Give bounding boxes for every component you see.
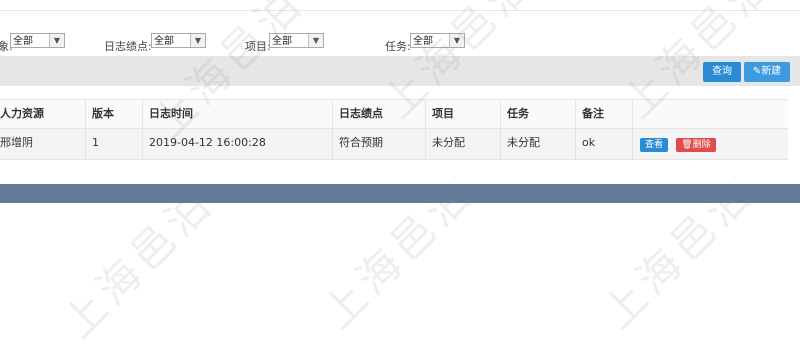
top-divider (0, 10, 800, 11)
col-header-hr: 人力资源 (0, 100, 86, 128)
cell-version: 1 (86, 129, 143, 159)
log-table: 人力资源 版本 日志时间 日志绩点 项目 任务 备注 邢增阴 1 2019-04… (0, 99, 788, 160)
cell-hr: 邢增阴 (0, 129, 86, 159)
filter-label-log-score: 日志绩点: (104, 40, 152, 53)
table-row: 邢增阴 1 2019-04-12 16:00:28 符合预期 未分配 未分配 o… (0, 129, 788, 160)
cell-remark: ok (576, 129, 633, 159)
chevron-down-icon: ▼ (190, 34, 205, 47)
col-header-actions (633, 100, 788, 128)
filter-select-task[interactable]: 全部 ▼ (410, 33, 465, 48)
query-button[interactable]: 查询 (703, 62, 741, 82)
footer-bar (0, 184, 800, 203)
col-header-log-score: 日志绩点 (333, 100, 426, 128)
cell-log-time: 2019-04-12 16:00:28 (143, 129, 333, 159)
chevron-down-icon: ▼ (449, 34, 464, 47)
table-header: 人力资源 版本 日志时间 日志绩点 项目 任务 备注 (0, 100, 788, 129)
col-header-task: 任务 (501, 100, 576, 128)
trash-icon: 🗑 (681, 140, 693, 150)
col-header-project: 项目 (426, 100, 501, 128)
col-header-version: 版本 (86, 100, 143, 128)
chevron-down-icon: ▼ (308, 34, 323, 47)
filter-label-project: 项目: (245, 40, 271, 53)
cell-actions: 查看 🗑删除 (633, 129, 788, 159)
filter-select-project[interactable]: 全部 ▼ (269, 33, 324, 48)
filter-select-0[interactable]: 全部 ▼ (10, 33, 65, 48)
filter-select-log-score[interactable]: 全部 ▼ (151, 33, 206, 48)
cell-project: 未分配 (426, 129, 501, 159)
col-header-log-time: 日志时间 (143, 100, 333, 128)
filter-label-task: 任务: (385, 40, 411, 53)
cell-log-score: 符合预期 (333, 129, 426, 159)
filter-bar: 象: 全部 ▼ 日志绩点: 全部 ▼ 项目: 全部 ▼ 任务: 全部 ▼ (0, 30, 800, 53)
pencil-icon: ✎ (752, 66, 762, 77)
new-button[interactable]: ✎新建 (744, 62, 790, 82)
chevron-down-icon: ▼ (49, 34, 64, 47)
cell-task: 未分配 (501, 129, 576, 159)
action-bar: 查询 ✎新建 (0, 56, 800, 86)
delete-button[interactable]: 🗑删除 (676, 138, 716, 152)
col-header-remark: 备注 (576, 100, 633, 128)
view-button[interactable]: 查看 (640, 138, 668, 152)
